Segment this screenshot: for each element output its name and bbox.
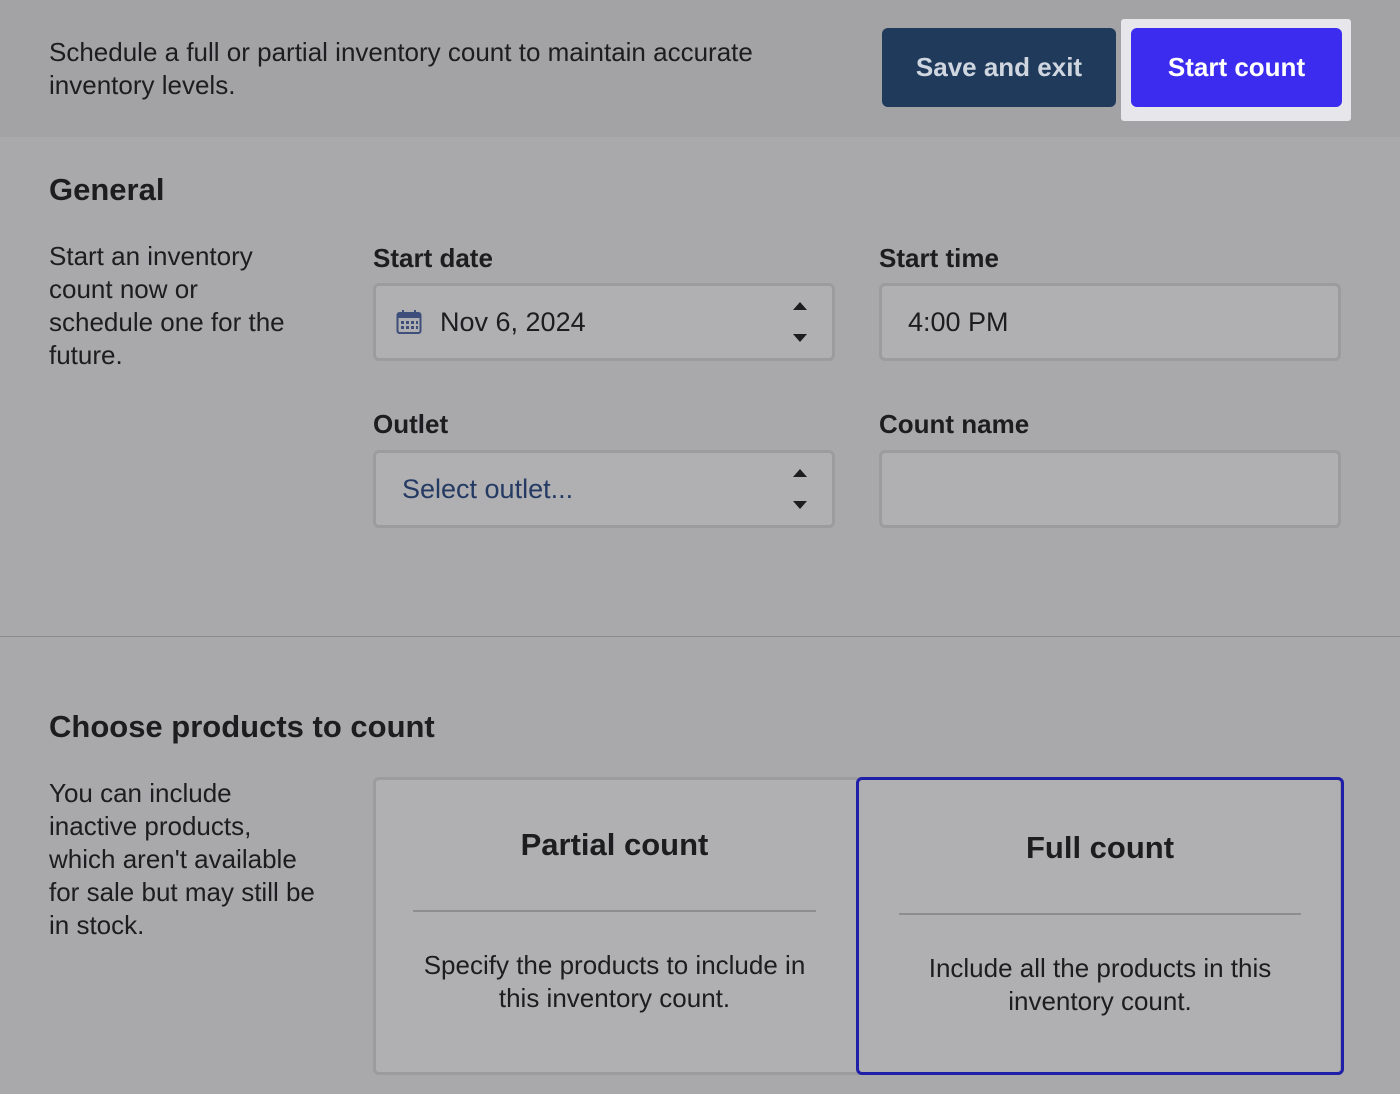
- outlet-label: Outlet: [373, 409, 449, 439]
- start-count-focus-ring: Start count: [1121, 19, 1351, 121]
- full-count-option[interactable]: Full count Include all the products in t…: [856, 777, 1344, 1075]
- full-count-description: Include all the products in this invento…: [928, 953, 1272, 1016]
- start-time-field[interactable]: 4:00 PM: [879, 283, 1341, 361]
- section-divider: [0, 636, 1400, 637]
- outlet-placeholder: Select outlet...: [402, 473, 574, 504]
- outlet-select[interactable]: Select outlet...: [373, 450, 835, 528]
- start-time-label: Start time: [879, 243, 999, 273]
- chevron-up-icon: [793, 302, 807, 310]
- count-name-label: Count name: [879, 409, 1030, 439]
- full-count-title: Full count: [1025, 830, 1175, 865]
- save-and-exit-button[interactable]: Save and exit: [882, 28, 1116, 107]
- chevron-down-icon: [793, 334, 807, 342]
- general-section-title: General: [49, 172, 165, 207]
- start-date-field[interactable]: Nov 6, 2024: [373, 283, 835, 361]
- partial-count-option[interactable]: Partial count Specify the products to in…: [373, 777, 856, 1075]
- products-section-title: Choose products to count: [49, 709, 435, 744]
- page-header: Schedule a full or partial inventory cou…: [0, 0, 1400, 137]
- start-date-stepper[interactable]: [792, 302, 808, 342]
- chevron-up-icon: [793, 469, 807, 477]
- start-date-label: Start date: [373, 243, 493, 273]
- page-intro-text: Schedule a full or partial inventory cou…: [49, 37, 753, 100]
- count-type-options: Partial count Specify the products to in…: [373, 777, 1344, 1075]
- general-section-description: Start an inventory count now or schedule…: [49, 241, 285, 370]
- count-name-input[interactable]: [879, 450, 1341, 528]
- start-count-button[interactable]: Start count: [1131, 28, 1342, 107]
- chevron-down-icon: [793, 501, 807, 509]
- products-section-description: You can include inactive products, which…: [49, 778, 315, 940]
- option-divider: [413, 910, 816, 912]
- start-time-value: 4:00 PM: [908, 306, 1009, 337]
- calendar-icon: [396, 310, 422, 334]
- partial-count-title: Partial count: [520, 827, 709, 862]
- outlet-select-arrows: [792, 469, 808, 509]
- start-date-value: Nov 6, 2024: [440, 306, 586, 337]
- option-divider: [899, 913, 1301, 915]
- partial-count-description: Specify the products to include in this …: [423, 950, 806, 1013]
